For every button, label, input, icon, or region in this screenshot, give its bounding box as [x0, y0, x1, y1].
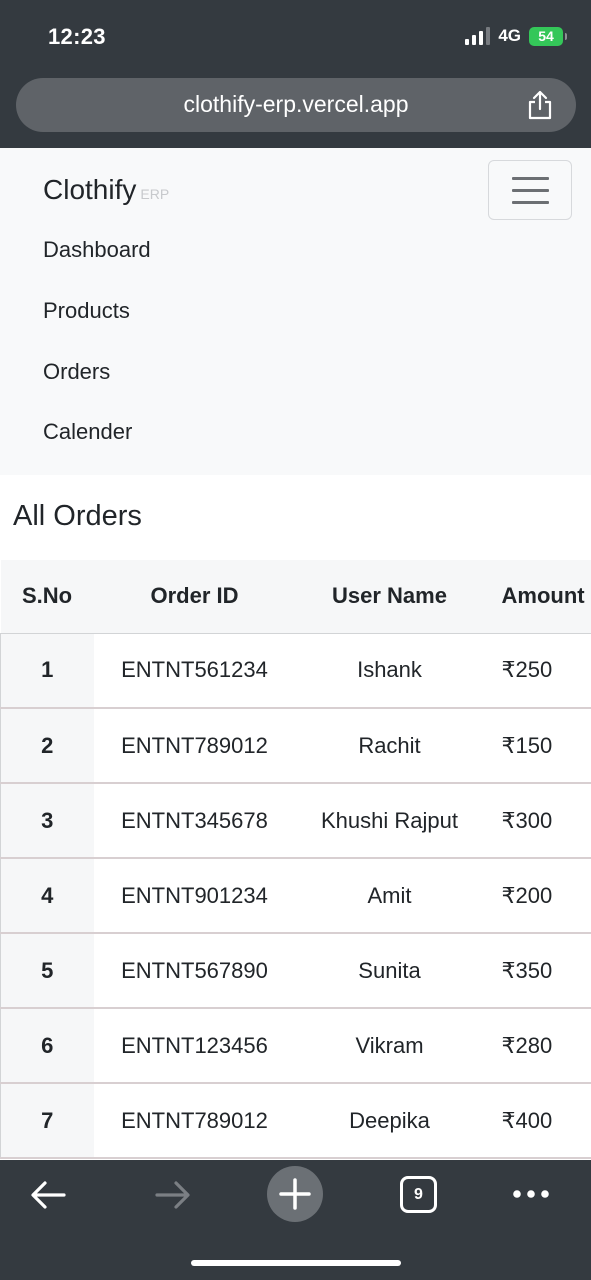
header-user-name: User Name: [295, 560, 484, 634]
cell-order-id: ENTNT789012: [93, 1083, 296, 1159]
cell-amount: ₹350: [483, 933, 591, 1009]
orders-table-container[interactable]: S.No Order ID User Name Amount 1 ENTNT56…: [0, 560, 591, 1160]
table-row: 6 ENTNT123456 Vikram ₹280: [0, 1008, 591, 1084]
table-row: 5 ENTNT567890 Sunita ₹350: [0, 933, 591, 1009]
cell-sno: 2: [0, 708, 94, 784]
table-row: 4 ENTNT901234 Amit ₹200: [0, 858, 591, 934]
hamburger-icon-line: [512, 177, 549, 180]
brand-name: Clothify: [43, 174, 137, 205]
brand-subtitle: ERP: [140, 186, 170, 202]
nav-link-calender[interactable]: Calender: [43, 419, 132, 445]
cell-order-id: ENTNT123456: [93, 1008, 296, 1084]
nav-link-orders[interactable]: Orders: [43, 359, 110, 385]
more-options-icon[interactable]: [512, 1188, 550, 1200]
orders-table: S.No Order ID User Name Amount 1 ENTNT56…: [0, 560, 591, 1159]
status-indicators: 4G 54: [465, 26, 567, 46]
cell-sno: 6: [0, 1008, 94, 1084]
cell-amount: ₹300: [483, 783, 591, 859]
cell-user-name: Rachit: [295, 708, 484, 784]
table-header-row: S.No Order ID User Name Amount: [0, 560, 591, 634]
new-tab-plus-icon[interactable]: [267, 1166, 323, 1222]
hamburger-icon-line: [512, 201, 549, 204]
header-sno: S.No: [0, 560, 94, 634]
cell-user-name: Ishank: [295, 633, 484, 709]
share-icon[interactable]: [526, 90, 554, 120]
cell-order-id: ENTNT789012: [93, 708, 296, 784]
cell-sno: 5: [0, 933, 94, 1009]
network-type: 4G: [498, 26, 521, 45]
menu-toggle-button[interactable]: [488, 160, 572, 220]
forward-arrow-icon[interactable]: [153, 1178, 191, 1212]
cell-user-name: Amit: [295, 858, 484, 934]
brand-logo[interactable]: Clothify ERP: [43, 174, 169, 206]
cell-sno: 4: [0, 858, 94, 934]
cell-sno: 1: [0, 633, 94, 709]
browser-top-chrome: 12:23 4G 54 clothify-erp.vercel.app: [0, 0, 591, 148]
cell-user-name: Deepika: [295, 1083, 484, 1159]
battery-icon: 54: [529, 26, 567, 46]
cell-user-name: Vikram: [295, 1008, 484, 1084]
cell-order-id: ENTNT561234: [93, 633, 296, 709]
cell-amount: ₹280: [483, 1008, 591, 1084]
cell-amount: ₹400: [483, 1083, 591, 1159]
table-row: 3 ENTNT345678 Khushi Rajput ₹300: [0, 783, 591, 859]
cell-amount: ₹150: [483, 708, 591, 784]
nav-link-dashboard[interactable]: Dashboard: [43, 237, 151, 263]
nav-link-products[interactable]: Products: [43, 298, 130, 324]
table-row: 1 ENTNT561234 Ishank ₹250: [0, 633, 591, 709]
cell-user-name: Sunita: [295, 933, 484, 1009]
header-amount: Amount: [483, 560, 591, 634]
navbar: Clothify ERP Dashboard Products Orders Ca…: [0, 148, 591, 475]
hamburger-icon-line: [512, 189, 549, 192]
signal-icon: [465, 27, 491, 45]
cell-order-id: ENTNT567890: [93, 933, 296, 1009]
url-text: clothify-erp.vercel.app: [183, 91, 409, 117]
tabs-count-icon[interactable]: 9: [400, 1176, 437, 1213]
cell-order-id: ENTNT901234: [93, 858, 296, 934]
cell-amount: ₹250: [483, 633, 591, 709]
back-arrow-icon[interactable]: [30, 1178, 68, 1212]
status-time: 12:23: [48, 24, 106, 49]
cell-sno: 7: [0, 1083, 94, 1159]
cell-order-id: ENTNT345678: [93, 783, 296, 859]
table-row: 2 ENTNT789012 Rachit ₹150: [0, 708, 591, 784]
header-order-id: Order ID: [93, 560, 296, 634]
cell-amount: ₹200: [483, 858, 591, 934]
home-indicator: [191, 1260, 401, 1266]
table-row: 7 ENTNT789012 Deepika ₹400: [0, 1083, 591, 1159]
cell-user-name: Khushi Rajput: [295, 783, 484, 859]
page-title: All Orders: [13, 500, 142, 532]
address-bar[interactable]: clothify-erp.vercel.app: [16, 78, 576, 132]
cell-sno: 3: [0, 783, 94, 859]
